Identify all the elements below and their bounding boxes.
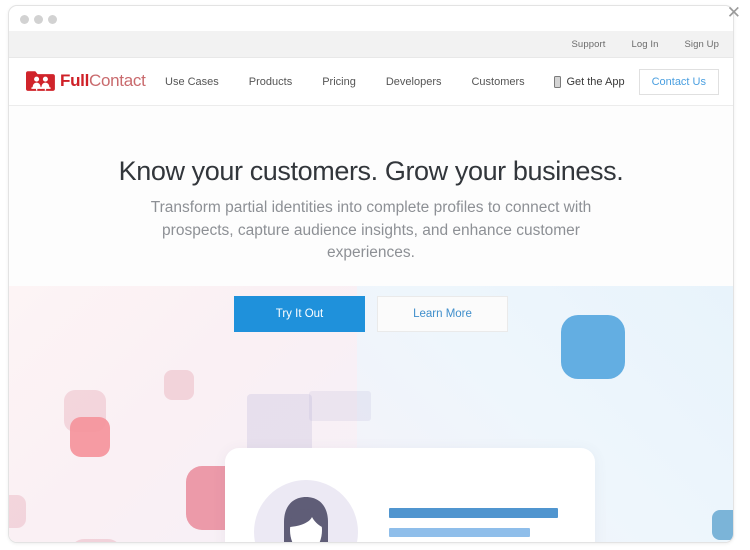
nav-right-actions: Get the App Contact Us	[554, 58, 719, 106]
mobile-phone-icon	[554, 76, 562, 88]
fullcontact-logo[interactable]: FullContact	[25, 66, 146, 96]
logo-wordmark: FullContact	[60, 71, 146, 91]
decorative-square-pink-solid	[70, 417, 110, 457]
browser-window: Support Log In Sign Up FullContact Use C…	[8, 5, 734, 543]
hero-subtitle: Transform partial identities into comple…	[150, 199, 592, 261]
nav-link-pricing[interactable]: Pricing	[322, 76, 356, 88]
profile-card	[225, 448, 595, 542]
get-the-app-label: Get the App	[566, 76, 625, 88]
try-it-out-button[interactable]: Try It Out	[234, 296, 365, 332]
decorative-square-pink-bottom	[70, 539, 122, 542]
contact-us-button[interactable]: Contact Us	[638, 69, 719, 95]
hero-section: Know your customers. Grow your business.…	[9, 106, 733, 542]
decorative-square-blue-small	[712, 510, 733, 540]
utility-link-support[interactable]: Support	[572, 39, 606, 50]
fullcontact-folder-people-icon	[25, 69, 56, 93]
card-bar-primary	[389, 508, 558, 518]
female-avatar-illustration	[254, 480, 358, 542]
decorative-square-pink-edge	[9, 495, 26, 528]
decorative-square-purple-b	[309, 391, 371, 421]
hero-copy: Know your customers. Grow your business.…	[9, 154, 733, 265]
utility-link-sign-up[interactable]: Sign Up	[685, 39, 720, 50]
utility-link-log-in[interactable]: Log In	[631, 39, 658, 50]
decorative-square-pink-small-top	[164, 370, 194, 400]
card-bar-secondary	[389, 528, 530, 537]
nav-links: Use Cases Products Pricing Developers Cu…	[165, 58, 555, 106]
learn-more-button[interactable]: Learn More	[377, 296, 508, 332]
get-the-app-link[interactable]: Get the App	[554, 76, 625, 88]
traffic-light-maximize-dot[interactable]	[48, 15, 57, 24]
logo-word-contact: Contact	[89, 71, 146, 90]
nav-link-use-cases[interactable]: Use Cases	[165, 76, 219, 88]
close-icon[interactable]: ✕	[727, 4, 741, 21]
nav-link-customers[interactable]: Customers	[471, 76, 524, 88]
nav-link-developers[interactable]: Developers	[386, 76, 442, 88]
utility-bar: Support Log In Sign Up	[9, 31, 733, 58]
browser-titlebar	[9, 6, 733, 31]
logo-word-full: Full	[60, 71, 90, 90]
main-navigation: FullContact Use Cases Products Pricing D…	[9, 58, 733, 106]
traffic-light-minimize-dot[interactable]	[34, 15, 43, 24]
traffic-light-close-dot[interactable]	[20, 15, 29, 24]
nav-link-products[interactable]: Products	[249, 76, 292, 88]
hero-cta-group: Try It Out Learn More	[9, 296, 733, 332]
page-title: Know your customers. Grow your business.	[118, 156, 624, 186]
